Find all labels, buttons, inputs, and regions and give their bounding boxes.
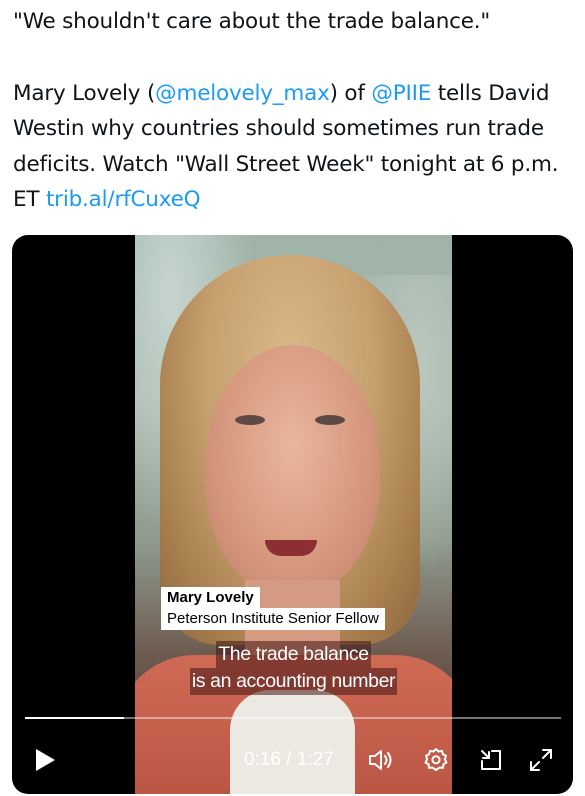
lower-third-title: Peterson Institute Senior Fellow — [161, 608, 385, 630]
current-time: 0:16 — [244, 749, 281, 770]
tweet-text: "We shouldn't care about the trade balan… — [13, 4, 573, 218]
caption-line-1: The trade balance — [216, 641, 371, 668]
speaker-mouth — [265, 540, 317, 556]
volume-icon — [369, 750, 392, 770]
duration: 1:27 — [296, 749, 334, 770]
tweet-body-part1: Mary Lovely ( — [13, 80, 156, 106]
settings-button[interactable] — [421, 740, 451, 780]
mention-melovely-max[interactable]: @melovely_max — [155, 81, 330, 106]
video-frame[interactable] — [135, 235, 452, 794]
caption: The trade balance is an accounting numbe… — [175, 641, 412, 695]
time-display: 0:16 / 1:27 — [244, 740, 352, 780]
tweet-body-part2: ) of — [329, 80, 372, 106]
progress-bar[interactable] — [25, 717, 561, 719]
speaker-eye-left — [235, 415, 265, 425]
play-icon — [36, 749, 55, 771]
speaker-face — [205, 345, 380, 595]
lower-third-name: Mary Lovely — [161, 587, 260, 608]
speaker-eye-right — [315, 415, 345, 425]
tweet-quote: "We shouldn't care about the trade balan… — [13, 9, 491, 34]
dock-icon — [481, 750, 501, 770]
dock-button[interactable] — [476, 740, 506, 780]
progress-bar-fill — [25, 717, 124, 719]
lower-third: Mary Lovely Peterson Institute Senior Fe… — [161, 587, 385, 630]
volume-button[interactable] — [366, 740, 396, 780]
video-player[interactable]: Mary Lovely Peterson Institute Senior Fe… — [12, 235, 573, 794]
video-controls: 0:16 / 1:27 — [12, 740, 573, 780]
play-button[interactable] — [30, 740, 60, 780]
fullscreen-button[interactable] — [526, 740, 556, 780]
tweet-body: Mary Lovely (@melovely_max) of @PIIE tel… — [13, 76, 573, 218]
time-separator: / — [280, 749, 297, 770]
settings-gear-icon — [424, 748, 448, 771]
fullscreen-icon — [530, 749, 552, 771]
tweet-link[interactable]: trib.al/rfCuxeQ — [46, 187, 201, 212]
mention-piie[interactable]: @PIIE — [371, 81, 431, 106]
caption-line-2: is an accounting number — [189, 668, 398, 695]
